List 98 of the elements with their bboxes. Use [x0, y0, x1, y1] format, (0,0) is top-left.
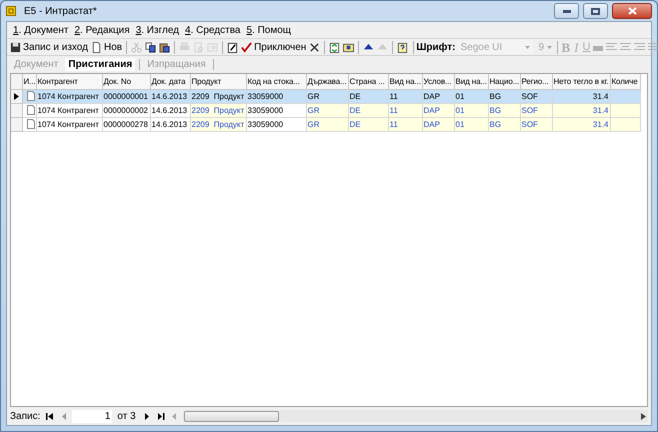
- table-cell: 2209 Продукт: [190, 103, 246, 117]
- column-header[interactable]: Държава...: [306, 74, 348, 89]
- table-cell: BG: [488, 89, 520, 103]
- table-cell: 14.6.2013: [150, 117, 190, 131]
- table-cell: DE: [348, 103, 388, 117]
- table-cell: 31.4: [552, 117, 610, 131]
- column-header[interactable]: Нето тегло в кг.: [552, 74, 610, 89]
- refresh-icon: [329, 42, 340, 52]
- column-header[interactable]: Продукт: [190, 74, 246, 89]
- menu-item[interactable]: 1. Документ: [13, 22, 68, 38]
- blank-page-icon: [90, 42, 102, 52]
- dropdown-arrow-icon: [525, 46, 530, 48]
- table-cell: GR: [306, 89, 348, 103]
- table-cell: 01: [454, 117, 488, 131]
- last-record-icon: [156, 412, 165, 420]
- first-record-icon: [46, 412, 54, 420]
- column-header[interactable]: Вид на...: [454, 74, 488, 89]
- column-header[interactable]: Контрагент: [36, 74, 102, 89]
- page-preview-icon: [193, 42, 204, 52]
- table-cell: 33059000: [246, 117, 306, 131]
- table-cell: 11: [388, 117, 422, 131]
- printer-icon: [179, 42, 190, 52]
- column-header[interactable]: Док. дата: [150, 74, 190, 89]
- table-cell: 33059000: [246, 89, 306, 103]
- app-icon: [6, 6, 16, 16]
- record-count: от 3: [117, 410, 136, 424]
- table-cell: 2209 Продукт: [190, 117, 246, 131]
- tab[interactable]: Пристигания: [65, 58, 136, 70]
- table-cell: 01: [454, 89, 488, 103]
- column-header[interactable]: Док. No: [102, 74, 150, 89]
- scrollbar-thumb[interactable]: [184, 410, 279, 422]
- table-cell: DE: [348, 89, 388, 103]
- menu-item[interactable]: 5. Помощ: [246, 22, 291, 38]
- table-cell: SOF: [520, 89, 552, 103]
- paste-icon: [159, 42, 170, 52]
- window-title: E5 - Интрастат*: [24, 4, 97, 18]
- table-cell: SOF: [520, 117, 552, 131]
- column-header[interactable]: Страна ...: [348, 74, 388, 89]
- previous-record-icon: [60, 412, 68, 420]
- font-label: Шрифт:: [416, 40, 456, 54]
- table-cell: GR: [306, 117, 348, 131]
- pencil-page-icon: [227, 42, 238, 52]
- table-cell: 2209 Продукт: [190, 89, 246, 103]
- table-cell: 0000000278: [102, 117, 150, 131]
- dropdown-arrow-icon: [547, 46, 552, 48]
- maximize-icon: [591, 8, 600, 14]
- horizontal-scrollbar[interactable]: [182, 410, 648, 422]
- table-cell: DE: [348, 117, 388, 131]
- table-cell: DAP: [422, 117, 454, 131]
- table-cell: 31.4: [552, 89, 610, 103]
- table-cell: 0000000001: [102, 89, 150, 103]
- column-header[interactable]: Код на стока...: [246, 74, 306, 89]
- complete-button[interactable]: Приключен: [240, 40, 308, 54]
- new-button[interactable]: Нов: [90, 40, 124, 54]
- column-header[interactable]: Услов...: [422, 74, 454, 89]
- up-arrow-icon: [363, 42, 374, 52]
- table-cell: GR: [306, 103, 348, 117]
- table-cell: 31.4: [552, 103, 610, 117]
- close-icon: [628, 7, 636, 15]
- table-cell: 11: [388, 103, 422, 117]
- table-cell: 1074 Контрагент: [36, 89, 102, 103]
- column-header[interactable]: Количе: [610, 74, 640, 89]
- table-cell: 01: [454, 103, 488, 117]
- table-cell: 33059000: [246, 103, 306, 117]
- minimize-icon: [562, 10, 570, 12]
- record-label: Запис:: [10, 410, 40, 424]
- maximize-button[interactable]: [583, 3, 608, 19]
- table-cell: BG: [488, 103, 520, 117]
- window-icon: [207, 42, 218, 52]
- menu-item[interactable]: 2. Редакция: [74, 22, 130, 38]
- table-cell: 14.6.2013: [150, 103, 190, 117]
- scissors-icon: [131, 42, 142, 52]
- card-icon: [343, 42, 354, 52]
- table-cell: BG: [488, 117, 520, 131]
- menu-item[interactable]: 4. Средства: [185, 22, 240, 38]
- save-exit-button[interactable]: Запис и изход: [9, 40, 89, 54]
- copy-icon: [145, 42, 156, 52]
- cross-icon: [309, 42, 320, 52]
- close-button[interactable]: [612, 3, 652, 19]
- table-cell: 0000000002: [102, 103, 150, 117]
- table-cell: 11: [388, 89, 422, 103]
- table-cell: DAP: [422, 89, 454, 103]
- table-cell: DAP: [422, 103, 454, 117]
- menu-item[interactable]: 3. Изглед: [136, 22, 180, 38]
- toolbar-button[interactable]: [144, 40, 158, 54]
- scroll-right-icon[interactable]: [641, 412, 646, 420]
- column-header[interactable]: Нацио...: [488, 74, 520, 89]
- column-header[interactable]: Регио...: [520, 74, 552, 89]
- next-record-icon: [142, 412, 151, 420]
- check-mark-icon: [241, 42, 252, 52]
- minimize-button[interactable]: [554, 3, 579, 19]
- help-icon: [397, 42, 408, 52]
- table-cell: 14.6.2013: [150, 89, 190, 103]
- record-field[interactable]: 1: [72, 410, 112, 422]
- column-header[interactable]: Вид на...: [388, 74, 422, 89]
- column-header[interactable]: И...: [22, 74, 36, 89]
- down-arrow-icon: [377, 42, 388, 52]
- table-cell: SOF: [520, 103, 552, 117]
